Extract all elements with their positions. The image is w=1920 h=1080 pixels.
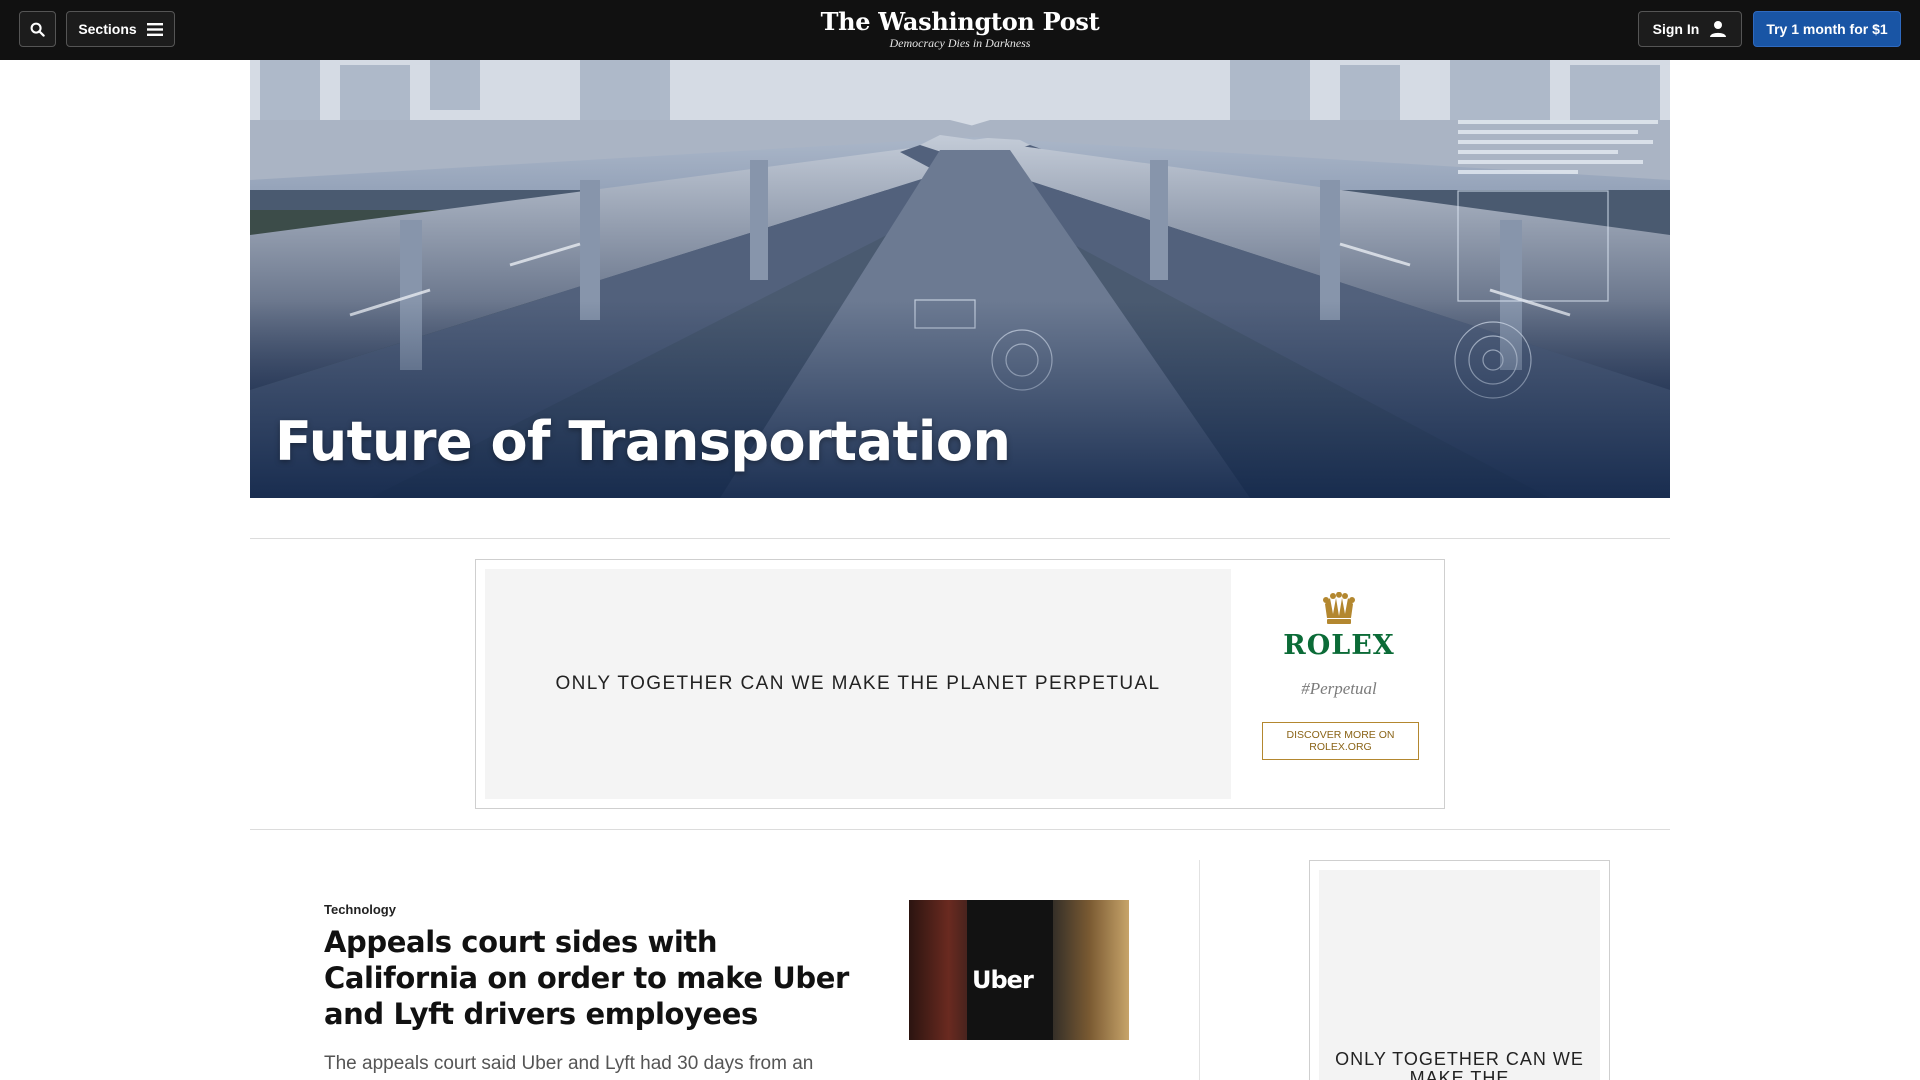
rolex-wordmark: ROLEX [1283, 630, 1395, 661]
ad-image-panel: ONLY TOGETHER CAN WE MAKE THE PLANET PER… [485, 569, 1231, 799]
hero-title: Future of Transportation [275, 410, 1011, 473]
uber-logo-text: Uber [972, 966, 1034, 994]
site-logo: The Washington Post [820, 7, 1100, 36]
search-button[interactable] [19, 11, 56, 47]
ad-slogan: ONLY TOGETHER CAN WE MAKE THE PLANET PER… [555, 673, 1161, 694]
rolex-crown-icon [1323, 592, 1355, 624]
hamburger-menu-icon [146, 22, 163, 36]
sign-in-label: Sign In [1652, 21, 1700, 37]
masthead-logo[interactable]: The Washington Post Democracy Dies in Da… [810, 7, 1110, 51]
advertisement-banner[interactable]: ONLY TOGETHER CAN WE MAKE THE PLANET PER… [475, 559, 1445, 809]
article-headline[interactable]: Appeals court sides with California on o… [324, 924, 854, 1032]
user-icon [1710, 21, 1727, 37]
site-tagline: Democracy Dies in Darkness [889, 36, 1031, 50]
hero-banner: Future of Transportation [250, 60, 1670, 498]
article-blurb: The appeals court said Uber and Lyft had… [324, 1053, 814, 1074]
sign-in-button[interactable]: Sign In [1638, 11, 1742, 47]
top-navigation-bar: Sections The Washington Post Democracy D… [0, 0, 1920, 60]
ad-hashtag: #Perpetual [1301, 679, 1377, 698]
subscribe-button[interactable]: Try 1 month for $1 [1753, 11, 1901, 47]
sidebar-ad-panel: ONLY TOGETHER CAN WE MAKE THE [1319, 870, 1600, 1080]
ad-discover-button[interactable]: DISCOVER MORE ON ROLEX.ORG [1262, 722, 1419, 760]
sidebar-advertisement[interactable]: ONLY TOGETHER CAN WE MAKE THE [1309, 860, 1610, 1080]
search-icon [30, 22, 45, 37]
sidebar-ad-slogan: ONLY TOGETHER CAN WE MAKE THE [1335, 1049, 1584, 1080]
sections-menu-button[interactable]: Sections [66, 11, 175, 47]
section-divider [250, 538, 1670, 539]
article-kicker[interactable]: Technology [324, 902, 396, 917]
article-thumbnail[interactable]: Uber [909, 900, 1129, 1040]
section-divider [250, 829, 1670, 830]
ad-brand-panel: ROLEX #Perpetual DISCOVER MORE ON ROLEX.… [1234, 560, 1444, 808]
sections-label: Sections [78, 21, 137, 37]
column-divider [1199, 860, 1200, 1080]
